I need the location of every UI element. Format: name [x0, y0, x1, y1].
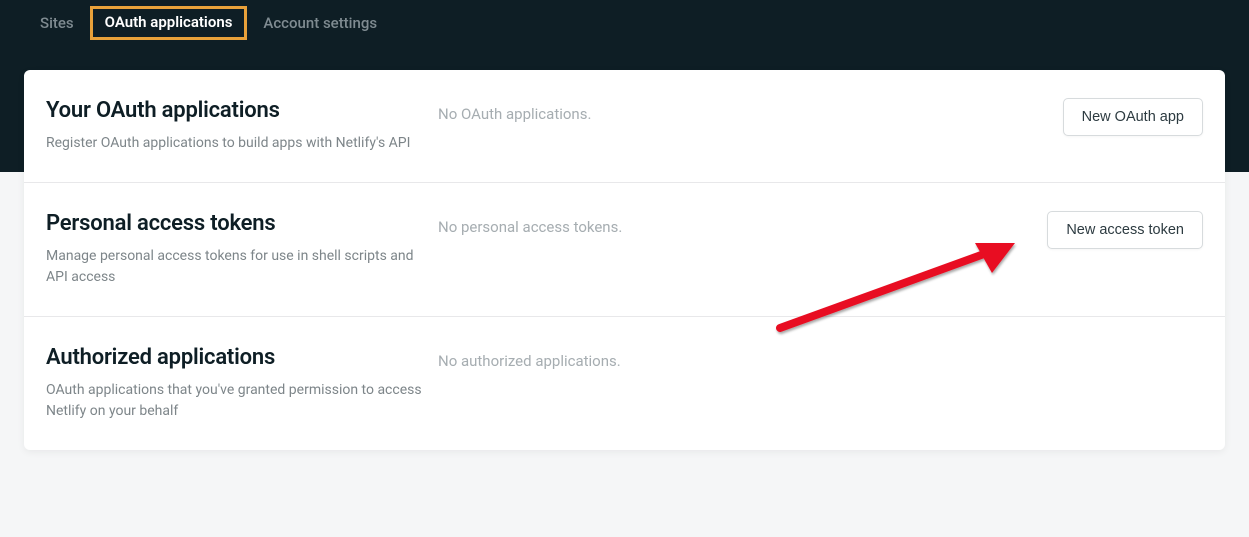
content-card: Your OAuth applications Register OAuth a… — [24, 70, 1225, 450]
new-access-token-button[interactable]: New access token — [1047, 211, 1203, 249]
section-desc-tokens: Manage personal access tokens for use in… — [46, 246, 438, 288]
empty-oauth-apps: No OAuth applications. — [438, 105, 591, 123]
tab-sites[interactable]: Sites — [24, 6, 90, 40]
nav-tabs: Sites OAuth applications Account setting… — [24, 0, 1225, 40]
section-title-authorized: Authorized applications — [46, 345, 438, 370]
section-header-oauth: Your OAuth applications Register OAuth a… — [46, 98, 438, 154]
empty-personal-tokens: No personal access tokens. — [438, 218, 622, 236]
section-title-tokens: Personal access tokens — [46, 211, 438, 236]
section-header-authorized: Authorized applications OAuth applicatio… — [46, 345, 438, 422]
section-actions-oauth: New OAuth app — [1063, 98, 1203, 136]
section-body-authorized: No authorized applications. — [438, 345, 1203, 370]
section-desc-authorized: OAuth applications that you've granted p… — [46, 380, 438, 422]
tab-oauth-applications[interactable]: OAuth applications — [90, 6, 248, 40]
tab-account-settings[interactable]: Account settings — [247, 6, 393, 40]
section-actions-tokens: New access token — [1047, 211, 1203, 249]
section-desc-oauth: Register OAuth applications to build app… — [46, 133, 438, 154]
new-oauth-app-button[interactable]: New OAuth app — [1063, 98, 1203, 136]
section-personal-tokens: Personal access tokens Manage personal a… — [24, 183, 1225, 317]
empty-authorized-apps: No authorized applications. — [438, 352, 621, 370]
section-oauth-apps: Your OAuth applications Register OAuth a… — [24, 70, 1225, 183]
section-body-tokens: No personal access tokens. — [438, 211, 1047, 236]
section-header-tokens: Personal access tokens Manage personal a… — [46, 211, 438, 288]
section-body-oauth: No OAuth applications. — [438, 98, 1063, 123]
section-title-oauth: Your OAuth applications — [46, 98, 438, 123]
section-authorized-apps: Authorized applications OAuth applicatio… — [24, 317, 1225, 450]
